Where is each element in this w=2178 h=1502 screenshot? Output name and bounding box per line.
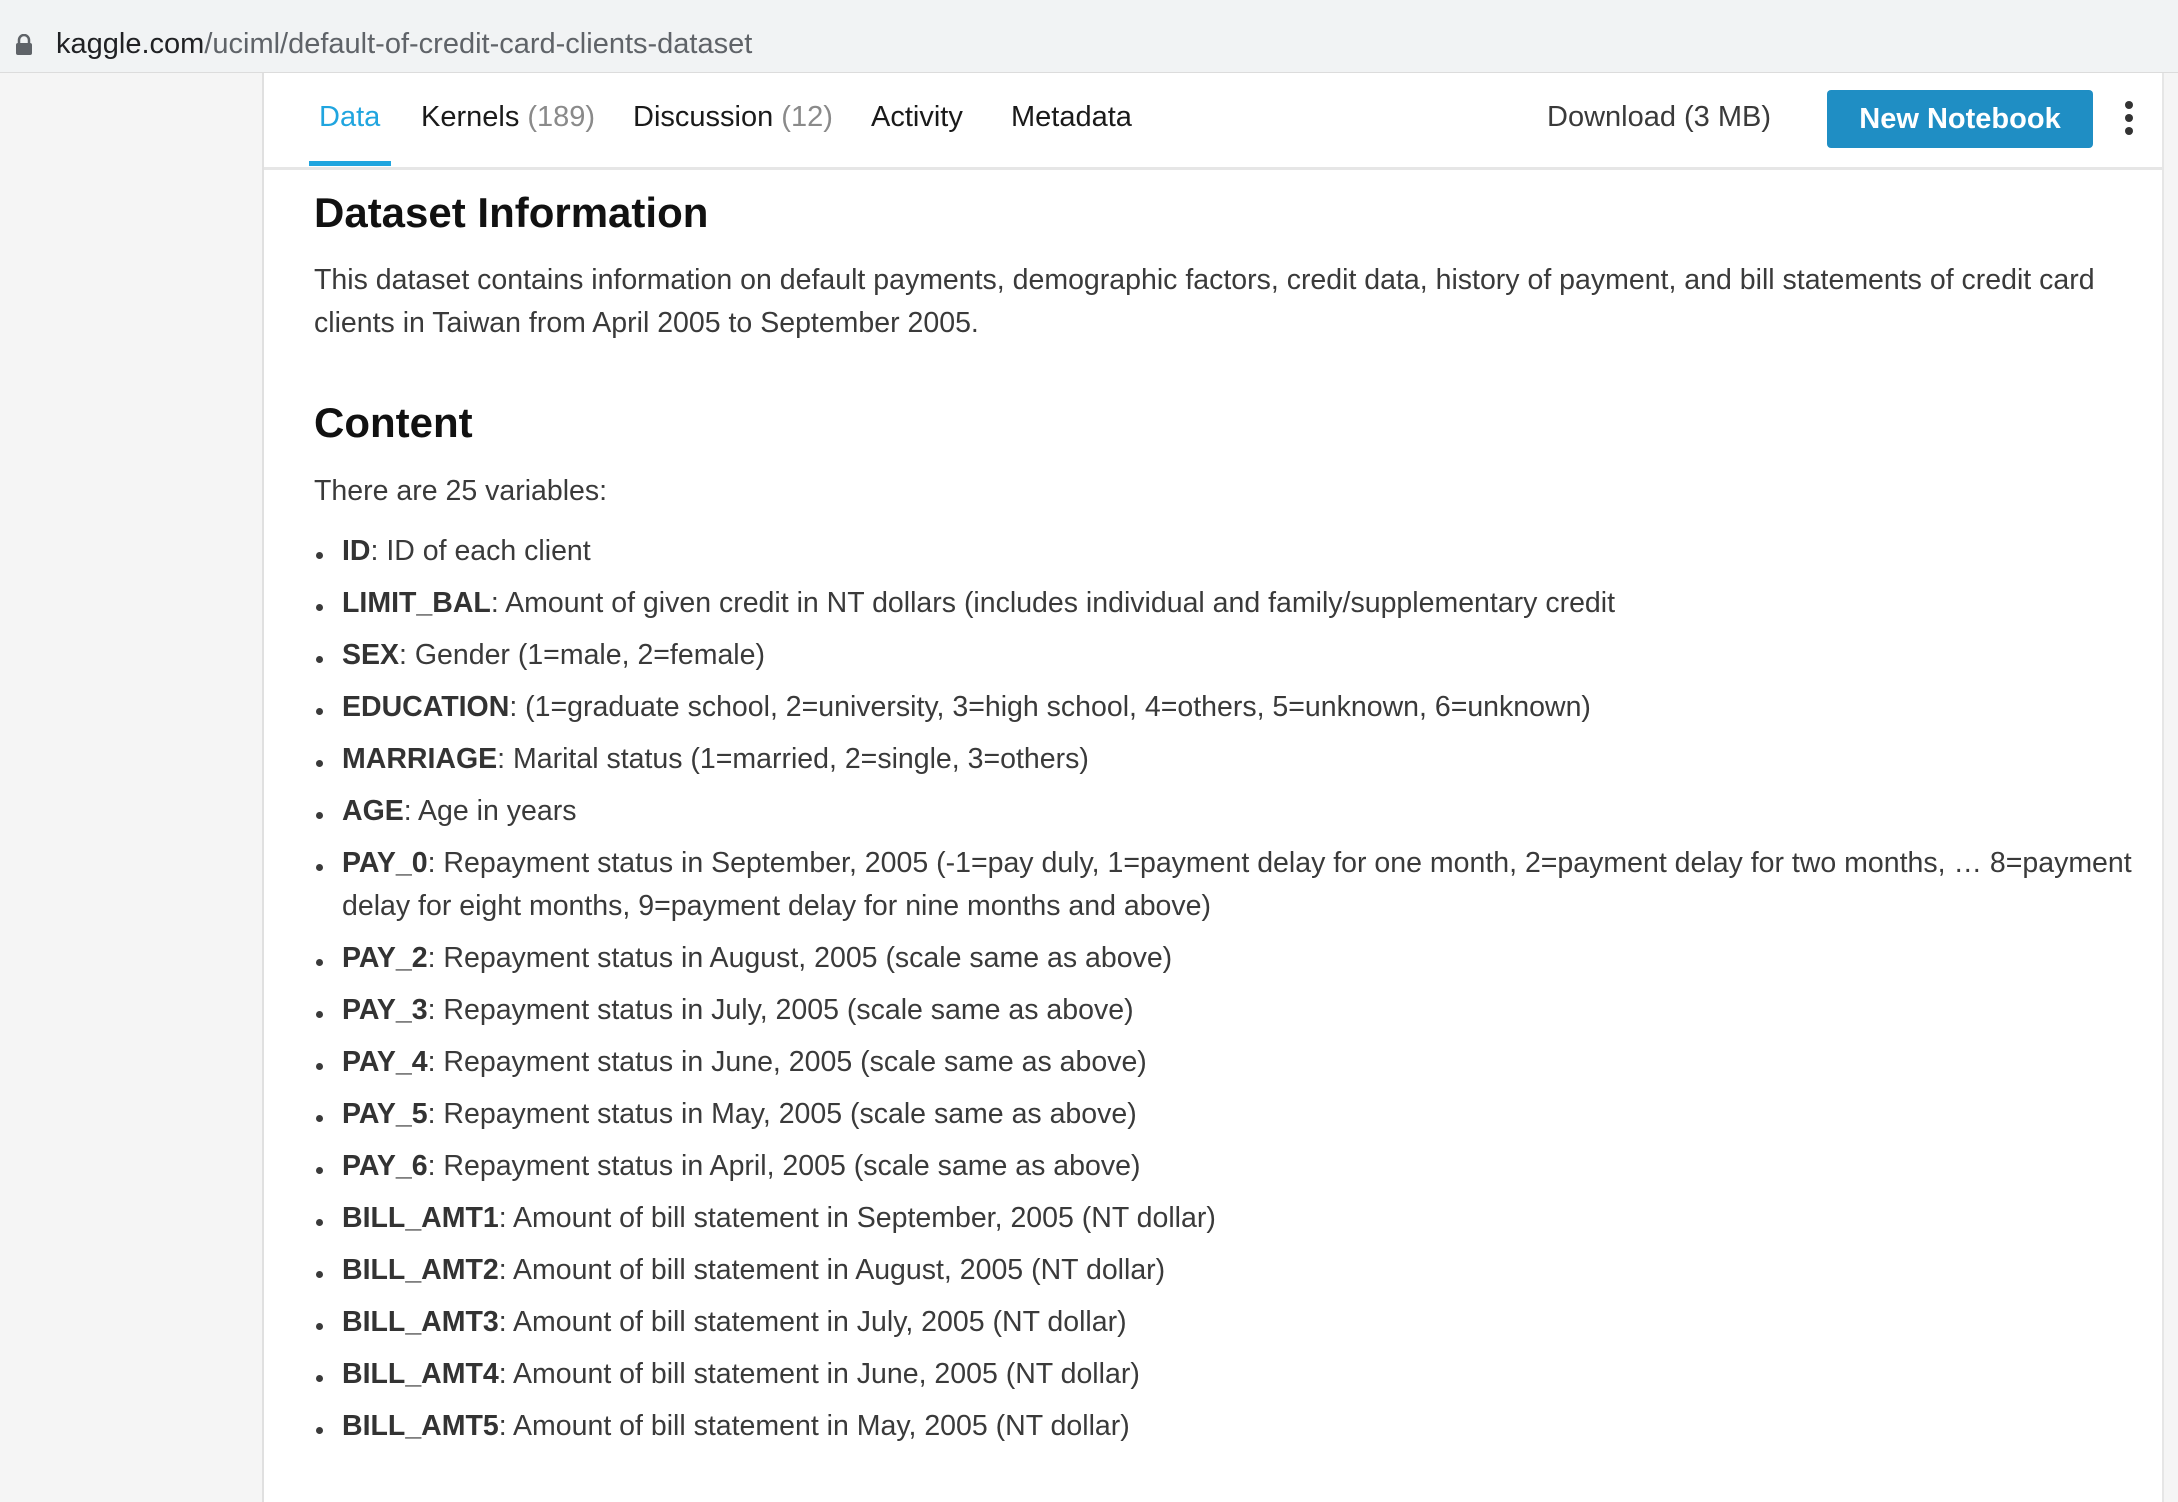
variable-name: ID [342,535,371,567]
list-item: PAY_5: Repayment status in May, 2005 (sc… [314,1093,2134,1136]
section-title-dataset-information: Dataset Information [314,189,709,236]
variable-name: BILL_AMT2 [342,1254,499,1286]
more-options-icon[interactable] [2122,101,2136,137]
variable-description: : Amount of bill statement in June, 2005… [498,1358,1140,1390]
tab-metadata[interactable]: Metadata [1011,97,1132,137]
tab-activity[interactable]: Activity [871,97,963,137]
variable-name: PAY_6 [342,1150,428,1182]
section-title-content: Content [314,399,473,446]
variable-description: : Repayment status in August, 2005 (scal… [427,942,1173,974]
browser-address-bar: kaggle.com/uciml/default-of-credit-card-… [0,0,2178,73]
tab-label: Activity [871,101,963,133]
variable-description: : Gender (1=male, 2=female) [399,639,765,671]
tab-label: Discussion [633,101,774,133]
variable-name: BILL_AMT1 [342,1202,499,1234]
variable-name: PAY_4 [342,1046,428,1078]
variable-description: : Repayment status in July, 2005 (scale … [427,994,1134,1026]
new-notebook-button[interactable]: New Notebook [1827,90,2093,148]
variable-name: BILL_AMT4 [342,1358,499,1390]
variable-description: : Amount of bill statement in September,… [498,1202,1216,1234]
variable-name: PAY_3 [342,994,428,1026]
tab-count: (12) [781,101,833,133]
variables-list: ID: ID of each client LIMIT_BAL: Amount o… [314,530,2134,1448]
variable-description: : Amount of bill statement in May, 2005 … [498,1410,1130,1442]
list-item: ID: ID of each client [314,530,2134,573]
tab-bar: Data Kernels (189) Discussion (12) Activ… [264,73,2162,170]
variable-name: PAY_0 [342,847,428,879]
variable-description: : Marital status (1=married, 2=single, 3… [497,743,1089,775]
list-item: BILL_AMT3: Amount of bill statement in J… [314,1301,2134,1344]
dataset-content-card: Data Kernels (189) Discussion (12) Activ… [262,73,2164,1502]
tab-data[interactable]: Data [319,97,380,137]
list-item: PAY_3: Repayment status in July, 2005 (s… [314,989,2134,1032]
variable-name: BILL_AMT5 [342,1410,499,1442]
active-tab-indicator [309,161,391,166]
variable-description: : Repayment status in June, 2005 (scale … [427,1046,1147,1078]
list-item: PAY_0: Repayment status in September, 20… [314,842,2134,928]
list-item: AGE: Age in years [314,790,2134,833]
variable-description: : Age in years [403,795,577,827]
variable-description: : ID of each client [370,535,591,567]
list-item: BILL_AMT5: Amount of bill statement in M… [314,1405,2134,1448]
variable-name: SEX [342,639,400,671]
url-text[interactable]: kaggle.com/uciml/default-of-credit-card-… [56,24,752,64]
dataset-description: Dataset Information This dataset contain… [314,183,2134,1457]
tab-kernels[interactable]: Kernels (189) [421,97,595,137]
variable-name: AGE [342,795,404,827]
variable-name: PAY_5 [342,1098,428,1130]
variable-description: : Repayment status in May, 2005 (scale s… [427,1098,1137,1130]
list-item: PAY_6: Repayment status in April, 2005 (… [314,1145,2134,1188]
variable-name: LIMIT_BAL [342,587,491,619]
variable-name: EDUCATION [342,691,510,723]
list-item: MARRIAGE: Marital status (1=married, 2=s… [314,738,2134,781]
list-item: BILL_AMT1: Amount of bill statement in S… [314,1197,2134,1240]
tab-count: (189) [527,101,596,133]
list-item: BILL_AMT4: Amount of bill statement in J… [314,1353,2134,1396]
url-host: kaggle.com [56,28,205,60]
left-gutter [0,73,262,1502]
variable-name: BILL_AMT3 [342,1306,499,1338]
list-item: PAY_2: Repayment status in August, 2005 … [314,937,2134,980]
list-item: BILL_AMT2: Amount of bill statement in A… [314,1249,2134,1292]
tab-label: Kernels [421,101,520,133]
variable-name: PAY_2 [342,942,428,974]
variable-description: : Repayment status in April, 2005 (scale… [427,1150,1141,1182]
variable-description: : Amount of bill statement in August, 20… [498,1254,1166,1286]
tab-discussion[interactable]: Discussion (12) [633,97,833,137]
list-item: PAY_4: Repayment status in June, 2005 (s… [314,1041,2134,1084]
list-item: EDUCATION: (1=graduate school, 2=univers… [314,686,2134,729]
variable-description: : Repayment status in September, 2005 (-… [342,847,2132,922]
dataset-information-text: This dataset contains information on def… [314,264,2095,339]
content-intro-text: There are 25 variables: [314,475,608,507]
url-path: /uciml/default-of-credit-card-clients-da… [204,28,753,60]
url-field[interactable]: kaggle.com/uciml/default-of-credit-card-… [0,8,2178,64]
variable-description: : Amount of given credit in NT dollars (… [490,587,1616,619]
download-button[interactable]: Download (3 MB) [1547,97,1771,137]
list-item: LIMIT_BAL: Amount of given credit in NT … [314,582,2134,625]
variable-description: : (1=graduate school, 2=university, 3=hi… [509,691,1591,723]
tab-label: Metadata [1011,101,1132,133]
variable-description: : Amount of bill statement in July, 2005… [498,1306,1127,1338]
lock-icon [16,34,32,55]
tab-label: Data [319,101,381,133]
variable-name: MARRIAGE [342,743,498,775]
list-item: SEX: Gender (1=male, 2=female) [314,634,2134,677]
